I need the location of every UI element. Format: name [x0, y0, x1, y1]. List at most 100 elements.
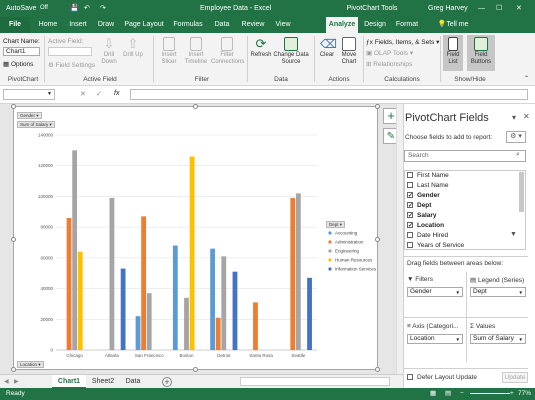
checkbox[interactable] [407, 221, 413, 231]
tab-file[interactable]: File [0, 17, 30, 33]
field-item-years-of-service[interactable]: Years of Service [405, 241, 525, 249]
tell-me[interactable]: 💡Tell me [436, 17, 470, 33]
tab-format[interactable]: Format [392, 17, 422, 33]
checkbox[interactable] [407, 191, 413, 201]
field-item-first-name[interactable]: First Name [405, 171, 525, 181]
options-button[interactable]: ▦ Options [3, 60, 33, 68]
update-button[interactable]: Update [502, 372, 528, 383]
save-icon[interactable]: 💾 [70, 0, 79, 17]
tab-page-layout[interactable]: Page Layout [122, 17, 166, 33]
tab-analyze[interactable]: Analyze [326, 17, 358, 33]
resize-handle[interactable] [11, 237, 16, 242]
cancel-icon[interactable]: ✕ [80, 90, 86, 98]
field-item-date-hired[interactable]: Date Hired [405, 231, 525, 241]
resize-handle[interactable] [11, 104, 16, 109]
maximize-icon[interactable]: ☐ [496, 0, 502, 17]
resize-handle[interactable] [11, 367, 16, 372]
enter-icon[interactable]: ✓ [96, 90, 102, 98]
zoom-out-icon[interactable]: − [460, 388, 464, 400]
tab-insert[interactable]: Insert [64, 17, 92, 33]
tab-review[interactable]: Review [238, 17, 268, 33]
insert-timeline-button[interactable]: Insert Timeline [183, 37, 209, 66]
resize-handle[interactable] [375, 237, 380, 242]
field-item-dept[interactable]: Dept [405, 201, 525, 211]
change-data-source-button[interactable]: Change Data Source [273, 37, 309, 66]
view-page-layout-icon[interactable]: ▤ [445, 388, 451, 400]
sheet-tab-chart1[interactable]: Chart1 [52, 375, 86, 389]
drill-down-button[interactable]: ⇩ Drill Down [98, 37, 120, 66]
insert-slicer-button[interactable]: Insert Slicer [157, 37, 181, 66]
fx-label[interactable]: fx [114, 90, 119, 97]
resize-handle[interactable] [193, 104, 198, 109]
chart-name-input[interactable]: Chart1 [3, 47, 40, 56]
redo-icon[interactable]: ↷ [100, 0, 106, 17]
field-list-button[interactable]: Field List [443, 35, 463, 71]
formula-bar: ▼ ✕ ✓ fx [0, 86, 535, 104]
prev-sheet-icon[interactable]: ◀ [4, 378, 9, 385]
undo-icon[interactable]: ↶ [84, 0, 90, 17]
close-icon[interactable]: ✕ [516, 0, 522, 17]
legend-field-dropdown[interactable]: Dept [470, 287, 526, 297]
relationships-button[interactable]: ⊞ Relationships [366, 60, 412, 68]
zoom-slider[interactable] [470, 393, 510, 394]
clear-button[interactable]: ⌫ Clear [317, 37, 337, 59]
field-item-salary[interactable]: Salary [405, 211, 525, 221]
next-sheet-icon[interactable]: ▶ [14, 378, 19, 385]
field-item-gender[interactable]: Gender [405, 191, 525, 201]
chevron-down-icon[interactable]: ▼ [47, 91, 52, 97]
field-list-scrollbar[interactable] [519, 172, 524, 212]
gear-icon[interactable]: ⚙ ▾ [506, 131, 526, 143]
collapse-ribbon-icon[interactable]: ⌃ [524, 75, 529, 82]
checkbox[interactable] [407, 172, 413, 179]
chart-area[interactable]: 0 20000 40000 60000 80000 100000 120000 140000 C… [13, 106, 378, 370]
vertical-scrollbar[interactable] [396, 104, 403, 374]
autosave-toggle[interactable]: Off [40, 0, 48, 17]
olap-tools-button[interactable]: ▣ OLAP Tools ▾ [366, 49, 413, 57]
field-buttons-button[interactable]: Field Buttons [467, 35, 495, 71]
dept-legend-button[interactable]: Dept ▾ [326, 221, 346, 228]
pane-options-icon[interactable]: ▾ [512, 113, 516, 122]
filter-connections-button[interactable]: Filter Connections [211, 37, 244, 66]
resize-handle[interactable] [193, 367, 198, 372]
sum-of-salary-button[interactable]: Sum of Salary ▾ [17, 121, 55, 128]
zoom-in-icon[interactable]: + [510, 388, 514, 400]
tab-view[interactable]: View [270, 17, 296, 33]
field-item-last-name[interactable]: Last Name [405, 181, 525, 191]
active-field-input[interactable] [48, 47, 92, 56]
axis-field-dropdown[interactable]: Location [407, 334, 463, 344]
tab-data[interactable]: Data [210, 17, 234, 33]
tab-design[interactable]: Design [360, 17, 390, 33]
divider [363, 36, 364, 82]
checkbox[interactable] [407, 242, 413, 249]
checkbox[interactable] [407, 211, 413, 221]
sheet-tab-data[interactable]: Data [120, 375, 146, 389]
resize-handle[interactable] [375, 367, 380, 372]
close-pane-icon[interactable]: ✕ [523, 112, 530, 121]
checkbox[interactable] [407, 182, 413, 189]
location-axis-button[interactable]: Location ▾ [17, 361, 44, 368]
field-settings-button[interactable]: ⚙ Field Settings [48, 61, 95, 69]
sheet-tab-sheet2[interactable]: Sheet2 [88, 375, 118, 389]
drill-up-button[interactable]: ⇧ Drill Up [122, 37, 144, 59]
checkbox[interactable] [407, 201, 413, 211]
tab-home[interactable]: Home [34, 17, 62, 33]
filters-field-dropdown[interactable]: Gender [407, 287, 463, 297]
field-item-location[interactable]: Location [405, 221, 525, 231]
tab-formulas[interactable]: Formulas [170, 17, 206, 33]
refresh-button[interactable]: ⟳ Refresh [250, 37, 272, 59]
fields-items-sets-button[interactable]: ƒx Fields, Items, & Sets ▾ [366, 38, 439, 46]
values-field-dropdown[interactable]: Sum of Salary [470, 334, 526, 344]
checkbox[interactable] [407, 232, 413, 239]
search-input[interactable]: Search [404, 150, 526, 162]
add-sheet-button[interactable]: + [162, 377, 172, 387]
move-chart-button[interactable]: Move Chart [338, 37, 360, 66]
gender-filter-button[interactable]: Gender ▾ [17, 112, 42, 119]
view-normal-icon[interactable]: ▦ [430, 388, 436, 400]
horizontal-scrollbar[interactable] [240, 377, 390, 386]
defer-layout-checkbox[interactable]: Defer Layout Update [407, 374, 477, 381]
resize-handle[interactable] [375, 104, 380, 109]
minimize-icon[interactable]: — [478, 0, 485, 17]
formula-input[interactable] [130, 89, 528, 100]
checkbox[interactable] [407, 374, 413, 381]
tab-draw[interactable]: Draw [93, 17, 119, 33]
